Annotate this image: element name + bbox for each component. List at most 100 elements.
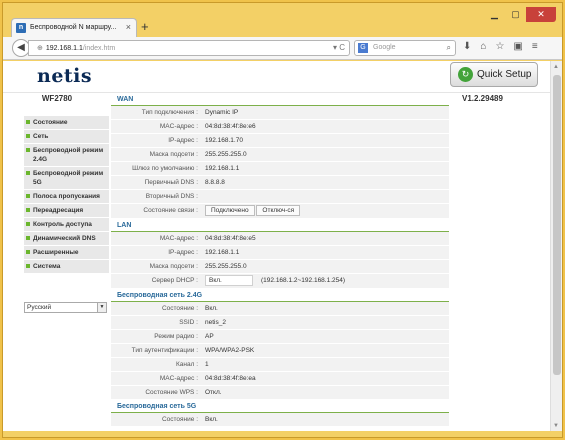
dhcp-state: Вкл. [205, 275, 253, 286]
row-label: MAC-адрес : [159, 375, 198, 382]
language-select[interactable]: Русский ▼ [24, 302, 107, 313]
row-label: Шлюз по умолчанию : [132, 165, 198, 172]
window-controls: ▁ ▢ ✕ [484, 7, 556, 22]
scrollbar-thumb[interactable] [553, 75, 561, 375]
row-label: Состояние : [161, 416, 198, 423]
sidebar-item-network[interactable]: Сеть [24, 130, 109, 144]
row-value: Вкл. [205, 416, 218, 423]
disconnect-button[interactable]: Отключ-ся [256, 205, 301, 216]
sidebar-menu: Состояние Сеть Беспроводной режим 2.4G Б… [24, 116, 109, 274]
wan-dns2-row: Вторичный DNS : [111, 190, 449, 204]
sidebar: WF2780 Состояние Сеть Беспроводной режим… [3, 93, 111, 431]
row-value: 8.8.8.8 [205, 179, 225, 186]
sidebar-item-label: Беспроводной режим 5G [33, 170, 104, 186]
chevron-down-icon[interactable]: ▼ [97, 303, 106, 312]
bookmark-star-icon[interactable]: ☆ [495, 41, 504, 52]
search-input[interactable]: G Google ⌕ [354, 40, 456, 56]
row-label: Режим радио : [154, 333, 198, 340]
row-label: Канал : [175, 361, 198, 368]
quick-setup-label: Quick Setup [477, 69, 532, 80]
row-label: Состояние связи : [143, 207, 198, 214]
row-value: Подключено Отключ-ся [202, 204, 449, 218]
row-value: 192.168.1.1 [205, 249, 240, 256]
section-wifi24-title: Беспроводная сеть 2.4G [111, 289, 449, 302]
navigation-toolbar: ◀ ⊕ 192.168.1.1/index.htm ▾ C G Google ⌕ … [3, 37, 562, 60]
row-value: Вкл. [205, 305, 218, 312]
row-label: Маска подсети : [149, 151, 198, 158]
netis-favicon-icon: n [16, 23, 26, 33]
wan-mask-row: Маска подсети : 255.255.255.0 [111, 148, 449, 162]
close-tab-icon[interactable]: × [126, 22, 131, 32]
new-tab-button[interactable]: + [141, 19, 149, 34]
row-value: AP [205, 333, 214, 340]
close-window-icon[interactable]: ✕ [526, 7, 556, 22]
row-value: WPA/WPA2-PSK [205, 347, 255, 354]
toolbar-icons: ⬇ ⌂ ☆ ▣ ≡ [463, 41, 538, 52]
site-info-icon[interactable]: ⊕ [37, 45, 43, 52]
row-label: MAC-адрес : [159, 235, 198, 242]
sidebar-item-label: Переадресация [33, 207, 84, 214]
bullet-icon [26, 264, 30, 268]
sidebar-item-ddns[interactable]: Динамический DNS [24, 232, 109, 246]
wan-dns1-row: Первичный DNS : 8.8.8.8 [111, 176, 449, 190]
address-bar[interactable]: ⊕ 192.168.1.1/index.htm ▾ C [28, 40, 350, 56]
sidebar-item-status[interactable]: Состояние [24, 116, 109, 130]
sidebar-item-label: Контроль доступа [33, 221, 92, 228]
sidebar-item-advanced[interactable]: Расширенные [24, 246, 109, 260]
google-icon[interactable]: G [358, 43, 368, 53]
title-bar: n Беспроводной N маршру... × + ▁ ▢ ✕ [3, 3, 562, 37]
sidebar-item-system[interactable]: Система [24, 260, 109, 274]
row-value: 255.255.255.0 [205, 151, 247, 158]
reload-icon[interactable]: ▾ C [333, 43, 345, 52]
menu-icon[interactable]: ≡ [532, 41, 538, 52]
wifi24-mode-row: Режим радио : AP [111, 330, 449, 344]
home-icon[interactable]: ⌂ [480, 41, 486, 52]
browser-tab[interactable]: n Беспроводной N маршру... × [11, 18, 137, 37]
row-value: Откл. [205, 389, 222, 396]
clipboard-icon[interactable]: ▣ [513, 41, 522, 52]
language-value: Русский [27, 304, 52, 311]
search-icon[interactable]: ⌕ [447, 43, 451, 53]
sidebar-item-label: Сеть [33, 133, 49, 140]
bullet-icon [26, 222, 30, 226]
row-value: 04:8d:38:4f:8e:ea [205, 375, 256, 382]
sidebar-item-bandwidth[interactable]: Полоса пропускания [24, 190, 109, 204]
row-value: Вкл. (192.168.1.2~192.168.1.254) [202, 274, 449, 288]
status-panel: WAN Тип подключения : Dynamic IP MAC-адре… [111, 93, 449, 431]
scroll-down-icon[interactable]: ▼ [553, 423, 559, 429]
bullet-icon [26, 250, 30, 254]
minimize-icon[interactable]: ▁ [484, 7, 505, 22]
wifi24-state-row: Состояние : Вкл. [111, 302, 449, 316]
sidebar-item-label: Динамический DNS [33, 235, 96, 242]
lan-dhcp-row: Сервер DHCP : Вкл. (192.168.1.2~192.168.1.… [111, 274, 449, 289]
sidebar-item-label: Расширенные [33, 249, 79, 256]
bullet-icon [26, 194, 30, 198]
maximize-icon[interactable]: ▢ [505, 7, 526, 22]
scroll-up-icon[interactable]: ▲ [553, 64, 559, 70]
row-label: Тип подключения : [141, 109, 198, 116]
download-icon[interactable]: ⬇ [463, 41, 471, 52]
lan-mac-row: MAC-адрес : 04:8d:38:4f:8e:e5 [111, 232, 449, 246]
row-label: Вторичный DNS : [145, 193, 198, 200]
row-value: Dynamic IP [205, 109, 239, 116]
vertical-scrollbar[interactable]: ▲ ▼ [550, 61, 562, 431]
sidebar-item-wireless-24[interactable]: Беспроводной режим 2.4G [24, 144, 109, 167]
wan-gateway-row: Шлюз по умолчанию : 192.168.1.1 [111, 162, 449, 176]
quick-setup-button[interactable]: ↻ Quick Setup [450, 62, 538, 87]
row-label: Состояние WPS : [145, 389, 198, 396]
sidebar-item-forwarding[interactable]: Переадресация [24, 204, 109, 218]
tab-title: Беспроводной N маршру... [30, 24, 117, 31]
wan-mac-row: MAC-адрес : 04:8d:38:4f:8e:e6 [111, 120, 449, 134]
wan-conn-type-row: Тип подключения : Dynamic IP [111, 106, 449, 120]
sidebar-item-label: Полоса пропускания [33, 193, 100, 200]
wifi24-ssid-row: SSID : netis_2 [111, 316, 449, 330]
row-value [202, 190, 449, 203]
netis-logo: netis [37, 65, 93, 87]
bullet-icon [26, 208, 30, 212]
url-path: /index.htm [82, 45, 116, 52]
sidebar-item-access-control[interactable]: Контроль доступа [24, 218, 109, 232]
row-value: 192.168.1.1 [205, 165, 240, 172]
sidebar-item-wireless-5[interactable]: Беспроводной режим 5G [24, 167, 109, 190]
row-label: Состояние : [161, 305, 198, 312]
wifi24-channel-row: Канал : 1 [111, 358, 449, 372]
